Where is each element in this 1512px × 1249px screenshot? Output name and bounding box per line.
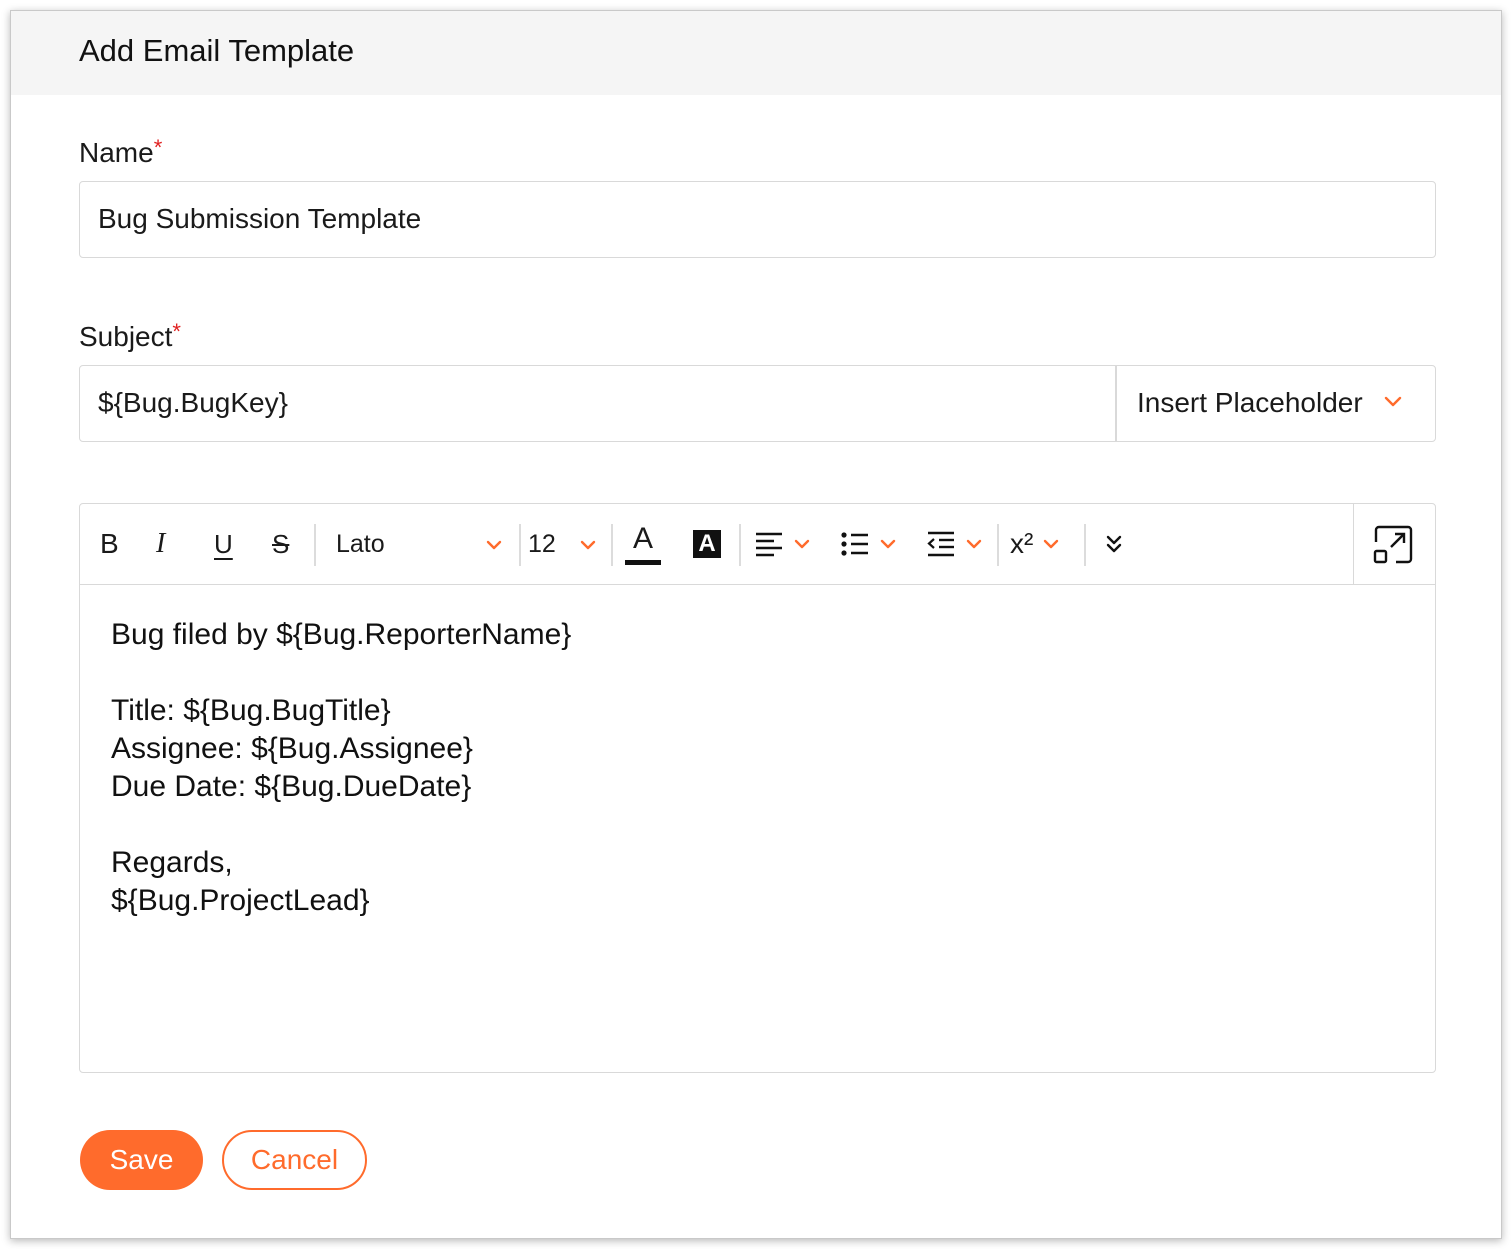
editor-toolbar: B I U S Lato 12 A A x² xyxy=(80,504,1435,585)
strikethrough-icon: S xyxy=(272,528,290,559)
toolbar-divider xyxy=(739,524,741,566)
align-dropdown[interactable] xyxy=(754,524,816,564)
align-left-icon xyxy=(756,532,782,557)
editor-line: Regards, xyxy=(111,846,233,879)
font-size-value: 12 xyxy=(528,529,556,558)
toolbar-divider xyxy=(1084,524,1086,566)
toolbar-divider xyxy=(997,524,999,566)
superscript-icon: x² xyxy=(1010,528,1034,559)
bold-button[interactable]: B xyxy=(100,524,126,564)
expand-editor-button[interactable] xyxy=(1353,504,1435,585)
dialog-title: Add Email Template xyxy=(79,33,355,68)
editor-line: Title: ${Bug.BugTitle} xyxy=(111,694,391,727)
subject-input-value: ${Bug.BugKey} xyxy=(98,387,288,418)
chevron-down-icon xyxy=(1384,396,1402,407)
font-color-icon: A xyxy=(632,522,653,555)
strikethrough-button[interactable]: S xyxy=(272,524,298,564)
font-family-dropdown[interactable]: Lato xyxy=(336,524,506,564)
more-options-button[interactable] xyxy=(1104,524,1128,564)
font-color-button[interactable]: A xyxy=(625,522,661,574)
add-email-template-dialog: Add Email Template Name* Bug Submission … xyxy=(10,10,1502,1239)
editor-content[interactable]: Bug filed by ${Bug.ReporterName} Title: … xyxy=(111,616,571,920)
subject-label-text: Subject xyxy=(79,321,173,352)
superscript-dropdown[interactable]: x² xyxy=(1010,524,1076,564)
subject-label: Subject* xyxy=(79,319,181,353)
font-color-swatch xyxy=(625,560,661,565)
indent-dropdown[interactable] xyxy=(926,524,988,564)
highlight-button[interactable]: A xyxy=(693,524,723,564)
chevron-down-icon xyxy=(794,539,810,549)
toolbar-divider xyxy=(611,524,613,566)
font-family-value: Lato xyxy=(336,529,385,558)
name-input-value: Bug Submission Template xyxy=(98,203,422,234)
dialog-header: Add Email Template xyxy=(11,11,1501,95)
underline-button[interactable]: U xyxy=(214,524,240,564)
chevron-down-icon xyxy=(486,540,502,550)
highlight-icon: A xyxy=(693,530,721,558)
expand-icon xyxy=(1373,525,1413,564)
name-input[interactable]: Bug Submission Template xyxy=(79,181,1436,258)
outdent-icon xyxy=(927,531,954,557)
list-dropdown[interactable] xyxy=(840,524,902,564)
italic-icon: I xyxy=(156,528,166,559)
name-label: Name* xyxy=(79,135,163,169)
bold-icon: B xyxy=(100,528,119,559)
rich-text-editor: B I U S Lato 12 A A x² Bug filed by ${Bu… xyxy=(79,503,1436,1073)
name-required-mark: * xyxy=(153,135,163,160)
toolbar-divider xyxy=(519,524,521,566)
subject-required-mark: * xyxy=(172,319,181,344)
font-size-dropdown[interactable]: 12 xyxy=(528,524,600,564)
underline-icon: U xyxy=(214,528,233,559)
highlight-glyph: A xyxy=(698,530,716,557)
name-label-text: Name xyxy=(79,137,154,168)
bullet-list-icon xyxy=(841,532,868,556)
toolbar-divider xyxy=(314,524,316,566)
insert-placeholder-label: Insert Placeholder xyxy=(1137,387,1363,418)
editor-line: Bug filed by ${Bug.ReporterName} xyxy=(111,618,572,651)
italic-button[interactable]: I xyxy=(156,524,182,564)
chevron-down-icon xyxy=(880,539,896,549)
subject-input[interactable]: ${Bug.BugKey} xyxy=(80,366,1115,441)
editor-line: ${Bug.ProjectLead} xyxy=(111,884,370,917)
chevron-down-icon xyxy=(580,540,596,550)
more-icon xyxy=(1106,535,1122,553)
subject-field: ${Bug.BugKey} Insert Placeholder xyxy=(79,365,1436,442)
editor-line: Due Date: ${Bug.DueDate} xyxy=(111,770,472,803)
chevron-down-icon xyxy=(966,539,982,549)
editor-line: Assignee: ${Bug.Assignee} xyxy=(111,732,473,765)
save-button[interactable]: Save xyxy=(80,1130,203,1190)
chevron-down-icon xyxy=(1044,539,1059,549)
cancel-button[interactable]: Cancel xyxy=(222,1130,367,1190)
insert-placeholder-dropdown[interactable]: Insert Placeholder xyxy=(1117,366,1435,441)
